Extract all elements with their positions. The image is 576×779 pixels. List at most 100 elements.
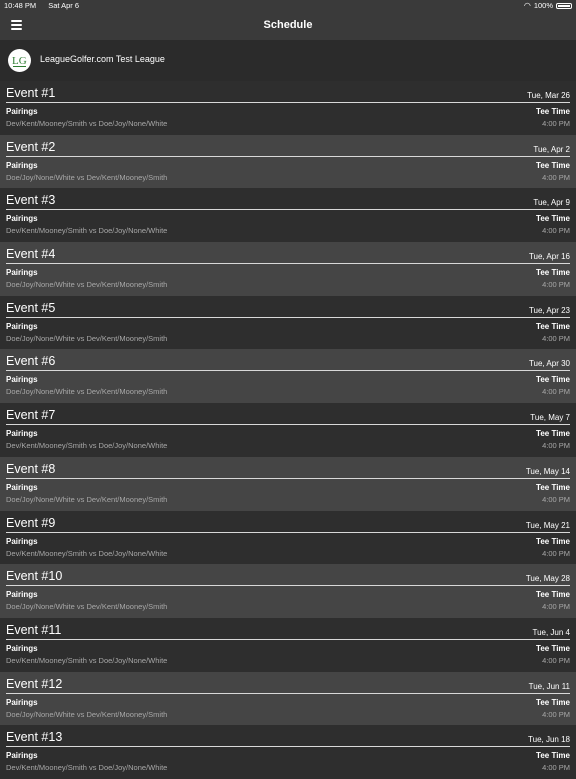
event-divider: [6, 263, 570, 265]
event-divider: [6, 746, 570, 748]
battery-percent: 100%: [533, 1, 553, 10]
tee-time-value: 4:00 PM: [542, 602, 570, 612]
event-divider: [6, 531, 570, 533]
league-name: LeagueGolfer.com Test League: [40, 54, 165, 64]
event-title: Event #2: [6, 139, 56, 154]
event-title: Event #9: [6, 515, 56, 530]
tee-time-label: Tee Time: [536, 160, 570, 170]
event-row[interactable]: Event #3 Tue, Apr 9 Pairings Tee Time De…: [0, 188, 576, 243]
pairings-label: Pairings: [6, 429, 38, 439]
event-title: Event #8: [6, 461, 56, 476]
tee-time-value: 4:00 PM: [542, 333, 570, 343]
event-date: Tue, Apr 23: [528, 305, 570, 315]
event-title: Event #10: [6, 569, 63, 584]
event-row[interactable]: Event #8 Tue, May 14 Pairings Tee Time D…: [0, 456, 576, 511]
tee-time-label: Tee Time: [536, 590, 570, 600]
tee-time-label: Tee Time: [536, 429, 570, 439]
pairing-value: Dev/Kent/Mooney/Smith vs Doe/Joy/None/Wh…: [6, 655, 168, 665]
event-row[interactable]: Event #1 Tue, Mar 26 Pairings Tee Time D…: [0, 81, 576, 135]
event-title: Event #1: [6, 86, 56, 100]
event-title: Event #12: [6, 676, 63, 691]
event-row[interactable]: Event #2 Tue, Apr 2 Pairings Tee Time Do…: [0, 134, 576, 189]
event-row[interactable]: Event #6 Tue, Apr 30 Pairings Tee Time D…: [0, 349, 576, 404]
league-logo-icon: LG: [8, 49, 31, 72]
status-bar: 10:48 PM Sat Apr 6 ◠ 100%: [0, 0, 576, 11]
pairing-value: Dev/Kent/Mooney/Smith vs Doe/Joy/None/Wh…: [6, 226, 168, 236]
pairing-value: Doe/Joy/None/White vs Dev/Kent/Mooney/Sm…: [6, 709, 168, 719]
tee-time-label: Tee Time: [536, 751, 570, 761]
pairing-value: Doe/Joy/None/White vs Dev/Kent/Mooney/Sm…: [6, 172, 168, 182]
event-title: Event #11: [6, 622, 62, 637]
event-title: Event #4: [6, 247, 56, 262]
tee-time-value: 4:00 PM: [542, 172, 570, 182]
tee-time-label: Tee Time: [536, 268, 570, 278]
tee-time-value: 4:00 PM: [542, 441, 570, 451]
event-date: Tue, May 14: [525, 466, 570, 476]
tee-time-label: Tee Time: [536, 321, 570, 331]
pairing-value: Doe/Joy/None/White vs Dev/Kent/Mooney/Sm…: [6, 280, 168, 290]
event-date: Tue, May 28: [525, 574, 570, 584]
pairing-value: Dev/Kent/Mooney/Smith vs Doe/Joy/None/Wh…: [6, 119, 168, 128]
pairings-label: Pairings: [6, 590, 38, 600]
tee-time-value: 4:00 PM: [542, 494, 570, 504]
tee-time-label: Tee Time: [536, 697, 570, 707]
pairings-label: Pairings: [6, 107, 38, 116]
event-divider: [6, 102, 570, 103]
pairings-label: Pairings: [6, 375, 38, 385]
status-left: 10:48 PM Sat Apr 6: [4, 0, 89, 11]
event-row[interactable]: Event #9 Tue, May 21 Pairings Tee Time D…: [0, 510, 576, 565]
pairings-label: Pairings: [6, 751, 38, 761]
pairings-label: Pairings: [6, 321, 38, 331]
event-row[interactable]: Event #10 Tue, May 28 Pairings Tee Time …: [0, 564, 576, 618]
event-list: Event #1 Tue, Mar 26 Pairings Tee Time D…: [0, 81, 576, 779]
event-divider: [6, 370, 570, 372]
event-divider: [6, 209, 570, 211]
tee-time-label: Tee Time: [536, 107, 570, 116]
event-divider: [6, 638, 570, 640]
event-row[interactable]: Event #12 Tue, Jun 11 Pairings Tee Time …: [0, 671, 576, 726]
event-date: Tue, May 21: [525, 520, 570, 530]
event-divider: [6, 316, 570, 318]
event-divider: [6, 585, 570, 587]
tee-time-label: Tee Time: [536, 482, 570, 492]
tee-time-value: 4:00 PM: [542, 548, 570, 558]
status-right: ◠ 100%: [524, 0, 572, 11]
tee-time-label: Tee Time: [536, 375, 570, 385]
page-title: Schedule: [263, 19, 313, 31]
event-row[interactable]: Event #5 Tue, Apr 23 Pairings Tee Time D…: [0, 295, 576, 350]
pairings-label: Pairings: [6, 697, 38, 707]
event-title: Event #13: [6, 730, 63, 745]
tee-time-label: Tee Time: [536, 643, 570, 653]
tee-time-label: Tee Time: [536, 214, 570, 224]
tee-time-value: 4:00 PM: [542, 280, 570, 290]
event-row[interactable]: Event #4 Tue, Apr 16 Pairings Tee Time D…: [0, 242, 576, 296]
tee-time-value: 4:00 PM: [542, 119, 570, 128]
status-date: Sat Apr 6: [48, 1, 80, 10]
pairings-label: Pairings: [6, 643, 38, 653]
tee-time-value: 4:00 PM: [542, 387, 570, 397]
event-row[interactable]: Event #11 Tue, Jun 4 Pairings Tee Time D…: [0, 617, 576, 672]
event-date: Tue, Jun 18: [528, 735, 570, 745]
event-date: Tue, Jun 4: [532, 627, 570, 637]
league-logo-graphic: LG: [12, 55, 27, 67]
event-row[interactable]: Event #7 Tue, May 7 Pairings Tee Time De…: [0, 403, 576, 457]
status-time: 10:48 PM: [4, 1, 37, 10]
tee-time-value: 4:00 PM: [542, 655, 570, 665]
event-divider: [6, 692, 570, 694]
event-row[interactable]: Event #13 Tue, Jun 18 Pairings Tee Time …: [0, 725, 576, 779]
event-date: Tue, Apr 30: [528, 359, 570, 369]
event-title: Event #5: [6, 300, 56, 315]
event-date: Tue, Apr 16: [528, 252, 570, 262]
pairing-value: Dev/Kent/Mooney/Smith vs Doe/Joy/None/Wh…: [6, 441, 168, 451]
event-date: Tue, May 7: [530, 413, 570, 423]
battery-icon: [556, 2, 572, 9]
pairings-label: Pairings: [6, 268, 38, 278]
pairing-value: Doe/Joy/None/White vs Dev/Kent/Mooney/Sm…: [6, 602, 168, 612]
event-date: Tue, Jun 11: [528, 681, 570, 691]
nav-bar: Schedule: [0, 11, 576, 40]
event-date: Tue, Apr 2: [533, 144, 570, 154]
tee-time-label: Tee Time: [536, 536, 570, 546]
tee-time-value: 4:00 PM: [542, 226, 570, 236]
event-date: Tue, Apr 9: [533, 198, 570, 208]
pairing-value: Doe/Joy/None/White vs Dev/Kent/Mooney/Sm…: [6, 333, 168, 343]
